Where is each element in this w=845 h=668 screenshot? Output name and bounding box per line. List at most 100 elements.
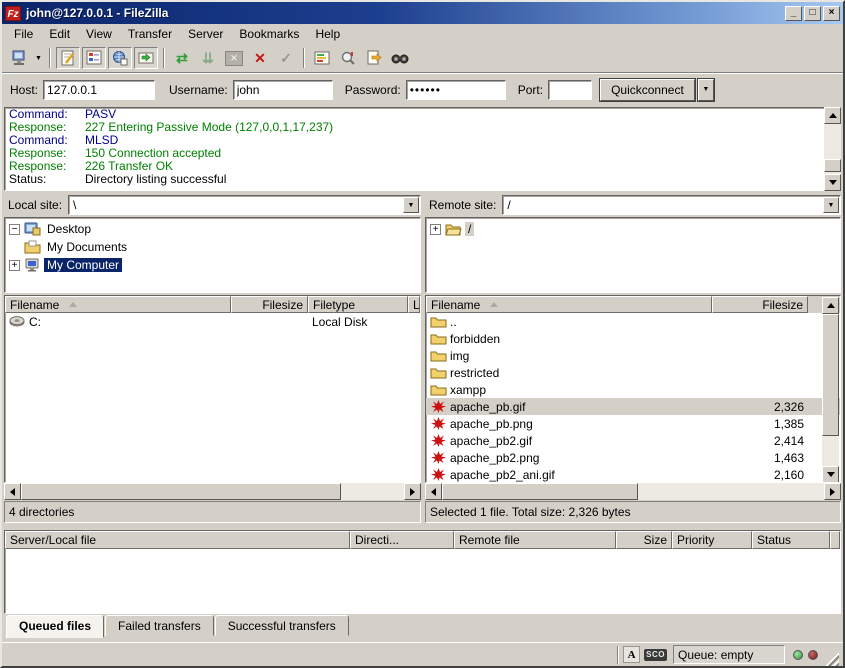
find-files-icon[interactable] <box>388 47 412 69</box>
expand-icon[interactable]: + <box>9 260 20 271</box>
app-icon: Fz <box>5 6 21 21</box>
remote-file-row[interactable]: xampp <box>426 381 840 398</box>
column-header-lastmodified[interactable]: L <box>408 296 420 313</box>
close-button[interactable]: × <box>823 6 840 21</box>
tree-item-desktop[interactable]: − Desktop <box>5 220 420 238</box>
scroll-thumb[interactable] <box>442 483 638 500</box>
column-header-remote-file[interactable]: Remote file <box>454 531 616 549</box>
image-file-icon <box>430 451 447 464</box>
maximize-button[interactable]: □ <box>804 6 821 21</box>
cancel-operation-icon[interactable]: ✕ <box>222 47 246 69</box>
port-input[interactable] <box>548 80 592 100</box>
tab-queued-files[interactable]: Queued files <box>6 615 104 638</box>
file-name: .. <box>450 315 457 329</box>
scroll-thumb[interactable] <box>21 483 341 500</box>
password-input[interactable] <box>406 80 506 100</box>
column-header-direction[interactable]: Directi... <box>350 531 454 549</box>
title-bar[interactable]: Fz john@127.0.0.1 - FileZilla _ □ × <box>2 2 843 24</box>
collapse-icon[interactable]: − <box>9 224 20 235</box>
remote-status-bar: Selected 1 file. Total size: 2,326 bytes <box>425 501 841 523</box>
remote-file-row[interactable]: apache_pb2.gif 2,414 <box>426 432 840 449</box>
remote-file-row[interactable]: forbidden <box>426 330 840 347</box>
menu-transfer[interactable]: Transfer <box>120 25 180 43</box>
message-log[interactable]: Command:PASV Response:227 Entering Passi… <box>4 107 841 191</box>
scroll-right-icon[interactable] <box>404 483 421 500</box>
toggle-queue-icon[interactable] <box>134 47 158 69</box>
reconnect-icon[interactable]: ✓ <box>274 47 298 69</box>
column-header-filename[interactable]: Filename <box>426 296 712 313</box>
scroll-up-icon[interactable] <box>822 297 839 314</box>
local-tree[interactable]: − Desktop My Documents + My Computer <box>4 217 421 293</box>
column-header-filesize[interactable]: Filesize <box>231 296 308 313</box>
scroll-left-icon[interactable] <box>425 483 442 500</box>
transfer-type-indicator-icon[interactable]: A <box>623 646 640 663</box>
remote-site-combo[interactable]: / ▼ <box>502 195 841 215</box>
column-header-filesize[interactable]: Filesize <box>712 296 808 313</box>
remote-file-list[interactable]: Filename Filesize .. forbidden img restr… <box>425 295 841 483</box>
toggle-remote-tree-icon[interactable] <box>108 47 132 69</box>
remote-list-scrollbar[interactable] <box>822 297 839 483</box>
scroll-down-icon[interactable] <box>822 466 839 483</box>
tree-item-root[interactable]: + / <box>426 220 840 238</box>
scroll-left-icon[interactable] <box>4 483 21 500</box>
menu-view[interactable]: View <box>78 25 120 43</box>
menu-edit[interactable]: Edit <box>41 25 78 43</box>
site-manager-icon[interactable] <box>7 47 31 69</box>
local-file-list[interactable]: Filename Filesize Filetype L C: Local Di… <box>4 295 421 483</box>
scroll-up-icon[interactable] <box>824 107 841 124</box>
column-header-filetype[interactable]: Filetype <box>308 296 408 313</box>
username-input[interactable] <box>233 80 333 100</box>
remote-file-row-selected[interactable]: apache_pb.gif 2,326 <box>426 398 840 415</box>
toggle-log-icon[interactable] <box>56 47 80 69</box>
tree-item-my-computer[interactable]: + My Computer <box>5 256 420 274</box>
local-list-hscrollbar[interactable] <box>4 483 421 500</box>
host-input[interactable] <box>43 80 155 100</box>
quickconnect-button[interactable]: Quickconnect <box>600 79 695 101</box>
menu-help[interactable]: Help <box>307 25 348 43</box>
menu-file[interactable]: File <box>6 25 41 43</box>
minimize-button[interactable]: _ <box>785 6 802 21</box>
column-header-status[interactable]: Status <box>752 531 830 549</box>
site-manager-dropdown-icon[interactable]: ▼ <box>32 47 45 69</box>
remote-file-row[interactable]: restricted <box>426 364 840 381</box>
tab-successful-transfers[interactable]: Successful transfers <box>215 615 349 636</box>
column-header-filename[interactable]: Filename <box>5 296 231 313</box>
scroll-thumb[interactable] <box>824 159 841 172</box>
process-queue-icon[interactable]: ⇊ <box>196 47 220 69</box>
local-site-combo[interactable]: \ ▼ <box>68 195 421 215</box>
column-header-server-local-file[interactable]: Server/Local file <box>5 531 350 549</box>
tab-failed-transfers[interactable]: Failed transfers <box>105 615 214 636</box>
directory-comparison-icon[interactable] <box>310 47 334 69</box>
remote-file-row[interactable]: apache_pb2.png 1,463 <box>426 449 840 466</box>
scroll-thumb[interactable] <box>822 314 839 436</box>
column-header-size[interactable]: Size <box>616 531 672 549</box>
scroll-right-icon[interactable] <box>824 483 841 500</box>
toggle-local-tree-icon[interactable] <box>82 47 106 69</box>
folder-icon <box>430 332 447 345</box>
menu-server[interactable]: Server <box>180 25 231 43</box>
combo-dropdown-icon[interactable]: ▼ <box>823 197 839 213</box>
menu-bookmarks[interactable]: Bookmarks <box>231 25 307 43</box>
tree-item-my-documents[interactable]: My Documents <box>5 238 420 256</box>
remote-list-hscrollbar[interactable] <box>425 483 841 500</box>
local-file-row[interactable]: C: Local Disk <box>5 313 420 330</box>
remote-tree[interactable]: + / <box>425 217 841 293</box>
quickconnect-dropdown-icon[interactable]: ▼ <box>698 79 714 101</box>
file-name: apache_pb.gif <box>450 400 525 414</box>
remote-file-row[interactable]: img <box>426 347 840 364</box>
remote-file-row[interactable]: apache_pb.png 1,385 <box>426 415 840 432</box>
filter-icon[interactable] <box>362 47 386 69</box>
expand-icon[interactable]: + <box>430 224 441 235</box>
transfer-queue[interactable]: Server/Local file Directi... Remote file… <box>4 530 841 614</box>
resize-grip[interactable] <box>825 652 839 666</box>
disconnect-icon[interactable]: ✕ <box>248 47 272 69</box>
column-header-priority[interactable]: Priority <box>672 531 752 549</box>
refresh-icon[interactable]: ⇄ <box>170 47 194 69</box>
log-scrollbar[interactable] <box>824 107 841 191</box>
encryption-indicator-icon[interactable]: SCO <box>644 649 667 661</box>
synchronized-browsing-icon[interactable] <box>336 47 360 69</box>
remote-file-row[interactable]: apache_pb2_ani.gif 2,160 <box>426 466 840 483</box>
combo-dropdown-icon[interactable]: ▼ <box>403 197 419 213</box>
remote-file-row[interactable]: .. <box>426 313 840 330</box>
scroll-down-icon[interactable] <box>824 174 841 191</box>
